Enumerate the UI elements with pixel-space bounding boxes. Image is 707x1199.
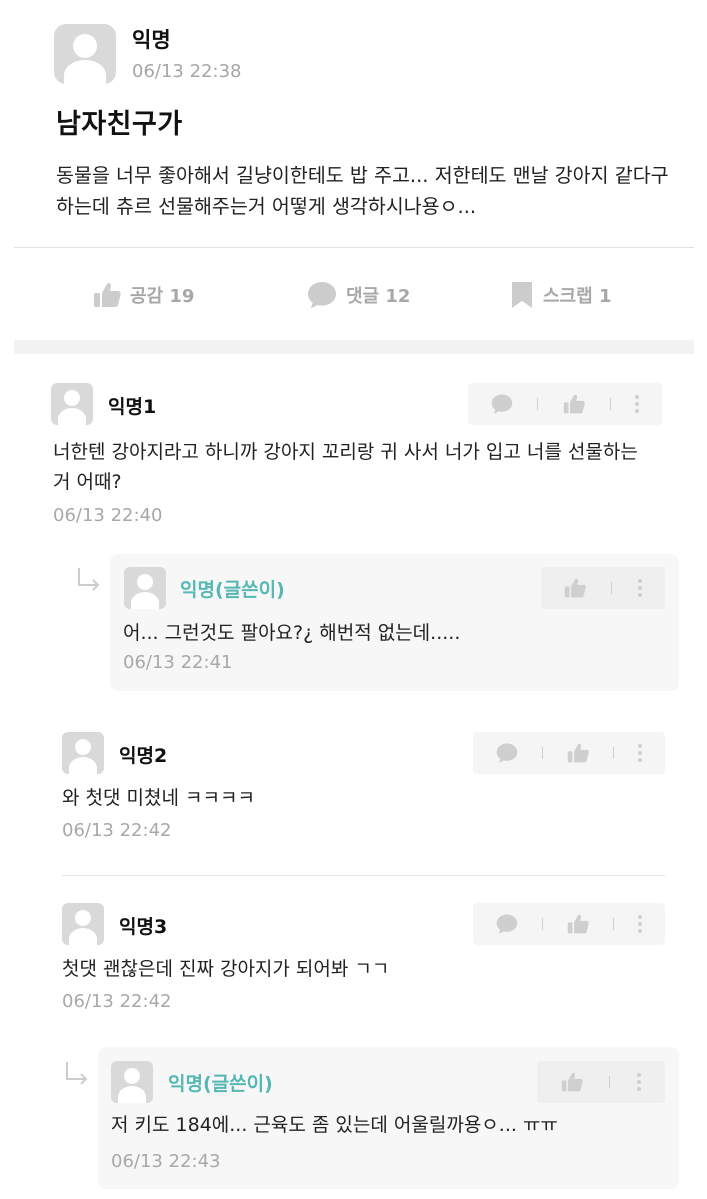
reply-arrow-icon: [66, 1062, 88, 1085]
reply-author: 익명(글쓴이): [168, 1073, 273, 1095]
reply-avatar: [124, 567, 166, 609]
more-options-button[interactable]: [637, 914, 643, 934]
reply-actions: [541, 567, 665, 609]
comment-text: 너한텐 강아지라고 하니까 강아지 꼬리랑 귀 사서 너가 입고 너를 선물하는…: [53, 441, 638, 493]
comment-button[interactable]: 댓글 12: [306, 280, 410, 310]
speech-bubble-icon: [491, 394, 513, 414]
more-options-button[interactable]: [637, 743, 643, 763]
comment-timestamp: 06/13 22:42: [62, 991, 172, 1012]
more-vertical-icon: [635, 395, 640, 413]
reply-author: 익명(글쓴이): [180, 579, 285, 601]
separator: [537, 398, 539, 410]
post-title: 남자친구가: [56, 109, 183, 140]
separator: [541, 747, 543, 759]
more-options-button[interactable]: [634, 394, 640, 414]
like-reply-button[interactable]: [563, 577, 587, 599]
separator: [609, 398, 611, 410]
comment-count-label: 댓글 12: [346, 286, 411, 307]
thumbs-up-icon: [567, 914, 589, 934]
more-vertical-icon: [637, 1073, 642, 1091]
speech-bubble-icon: [496, 914, 517, 934]
more-options-button[interactable]: [636, 1072, 642, 1092]
scrap-count-label: 스크랩 1: [543, 286, 612, 307]
separator: [541, 918, 543, 930]
speech-bubble-icon: [308, 282, 336, 309]
post-divider: [14, 247, 694, 248]
like-reply-button[interactable]: [560, 1071, 584, 1093]
comment-author: 익명3: [119, 916, 168, 938]
comment-avatar: [51, 383, 93, 425]
thumbs-up-icon: [567, 743, 589, 763]
separator: [609, 1076, 611, 1088]
like-count-label: 공감 19: [130, 286, 195, 307]
more-vertical-icon: [638, 915, 643, 933]
more-vertical-icon: [637, 579, 642, 597]
more-vertical-icon: [638, 744, 643, 762]
comment-actions: [473, 732, 665, 774]
post-author-name: 익명: [132, 28, 171, 52]
comment-actions: [468, 383, 662, 425]
comment-timestamp: 06/13 22:42: [62, 820, 172, 841]
comment-timestamp: 06/13 22:40: [53, 505, 163, 526]
reply-comment-button[interactable]: [495, 913, 519, 935]
reply-avatar: [111, 1061, 153, 1103]
thumbs-up-icon: [94, 283, 121, 307]
separator: [613, 918, 615, 930]
thumbs-up-icon: [563, 394, 585, 414]
scrap-button[interactable]: 스크랩 1: [509, 280, 611, 310]
comment-author: 익명1: [108, 396, 157, 418]
reply-text: 어... 그런것도 팔아요?¿ 해번적 없는데.....: [123, 622, 461, 644]
comment-text: 첫댓 괜찮은데 진짜 강아지가 되어봐 ㄱㄱ: [62, 958, 390, 980]
like-comment-button[interactable]: [566, 742, 590, 764]
reply-timestamp: 06/13 22:43: [111, 1151, 221, 1172]
comment-avatar: [62, 732, 104, 774]
reply-comment-button[interactable]: [495, 742, 519, 764]
thumbs-up-icon: [564, 578, 586, 598]
post-author-avatar: [54, 24, 116, 84]
more-options-button[interactable]: [637, 578, 643, 598]
reply-actions: [537, 1061, 665, 1103]
comment-text: 와 첫댓 미쳤네 ㅋㅋㅋㅋ: [62, 787, 255, 809]
comment-divider: [62, 875, 665, 876]
like-button[interactable]: 공감 19: [92, 280, 194, 310]
like-comment-button[interactable]: [562, 393, 586, 415]
reply-arrow-icon: [78, 568, 100, 591]
speech-bubble-icon: [496, 743, 517, 763]
comment-avatar: [62, 903, 104, 945]
separator: [611, 582, 613, 594]
separator: [613, 747, 615, 759]
reply-comment-button[interactable]: [490, 393, 514, 415]
comment-actions: [473, 903, 665, 945]
comment-author: 익명2: [119, 745, 168, 767]
reply-text: 저 키도 184에... 근육도 좀 있는데 어울릴까용ㅇ... ㅠㅠ: [111, 1114, 558, 1136]
thumbs-up-icon: [561, 1072, 583, 1092]
bookmark-icon: [512, 282, 532, 308]
post-timestamp: 06/13 22:38: [132, 61, 242, 82]
post-body: 동물을 너무 좋아해서 길냥이한테도 밥 주고... 저한테도 맨날 강아지 같…: [56, 164, 669, 218]
like-comment-button[interactable]: [566, 913, 590, 935]
section-divider: [14, 340, 694, 354]
reply-timestamp: 06/13 22:41: [123, 652, 233, 673]
